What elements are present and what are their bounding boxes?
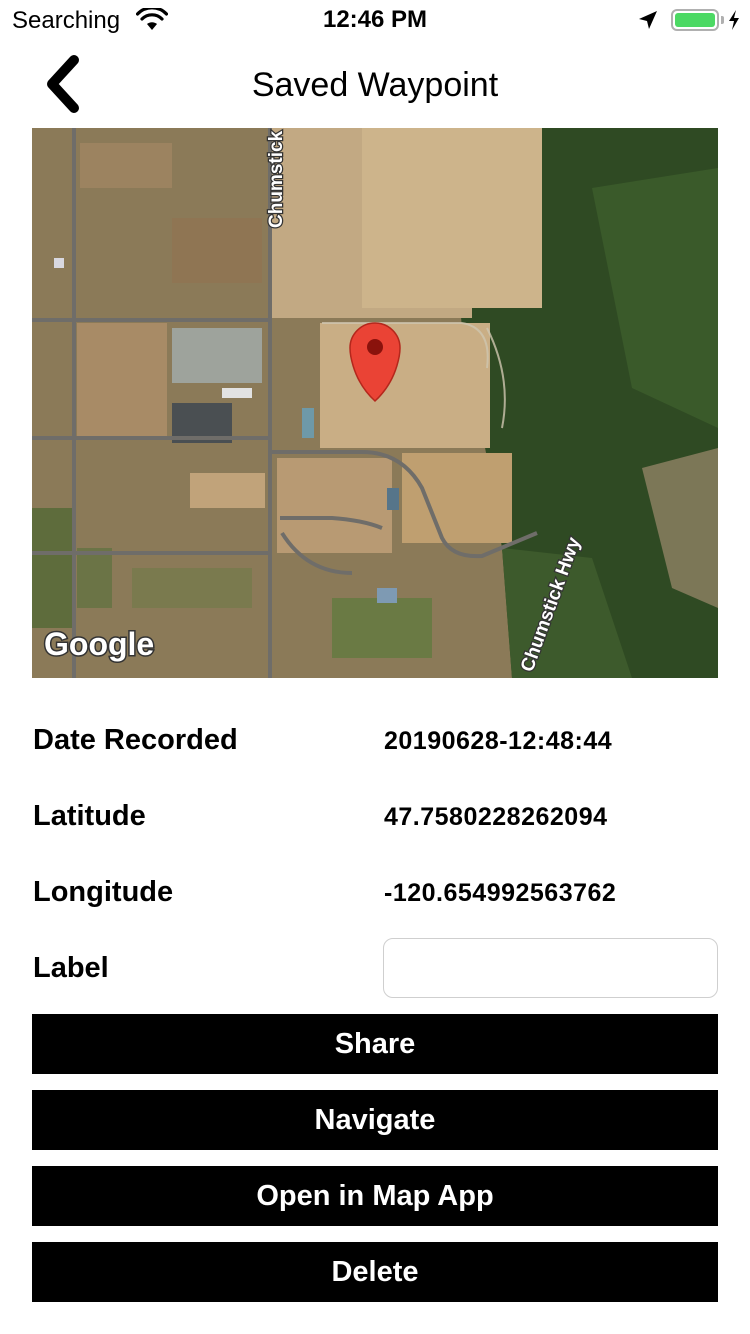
latitude-value: 47.7580228262094 [384, 803, 608, 831]
share-button[interactable]: Share [32, 1014, 718, 1074]
label-input[interactable] [383, 938, 718, 998]
longitude-label: Longitude [33, 876, 174, 908]
status-bar: Searching 12:46 PM [0, 0, 750, 40]
date-recorded-label: Date Recorded [33, 724, 238, 756]
battery-icon [671, 9, 719, 31]
google-attribution: Google [44, 626, 154, 662]
battery-tip [721, 16, 724, 24]
open-in-map-app-button[interactable]: Open in Map App [32, 1166, 718, 1226]
label-field-label: Label [33, 952, 109, 984]
charging-bolt-icon [729, 10, 739, 30]
navigate-button[interactable]: Navigate [32, 1090, 718, 1150]
road-label-north: Chumstick Hwy [266, 128, 287, 228]
latitude-label: Latitude [33, 800, 146, 832]
page-title: Saved Waypoint [251, 66, 499, 104]
longitude-value: -120.654992563762 [384, 879, 617, 907]
satellite-map[interactable]: Chumstick Hwy Chumstick Hwy Google [32, 128, 718, 678]
location-arrow-icon [639, 11, 657, 29]
delete-button[interactable]: Delete [32, 1242, 718, 1302]
date-recorded-value: 20190628-12:48:44 [384, 727, 613, 755]
navigation-bar: Saved Waypoint [0, 40, 750, 128]
battery-level [675, 13, 715, 27]
